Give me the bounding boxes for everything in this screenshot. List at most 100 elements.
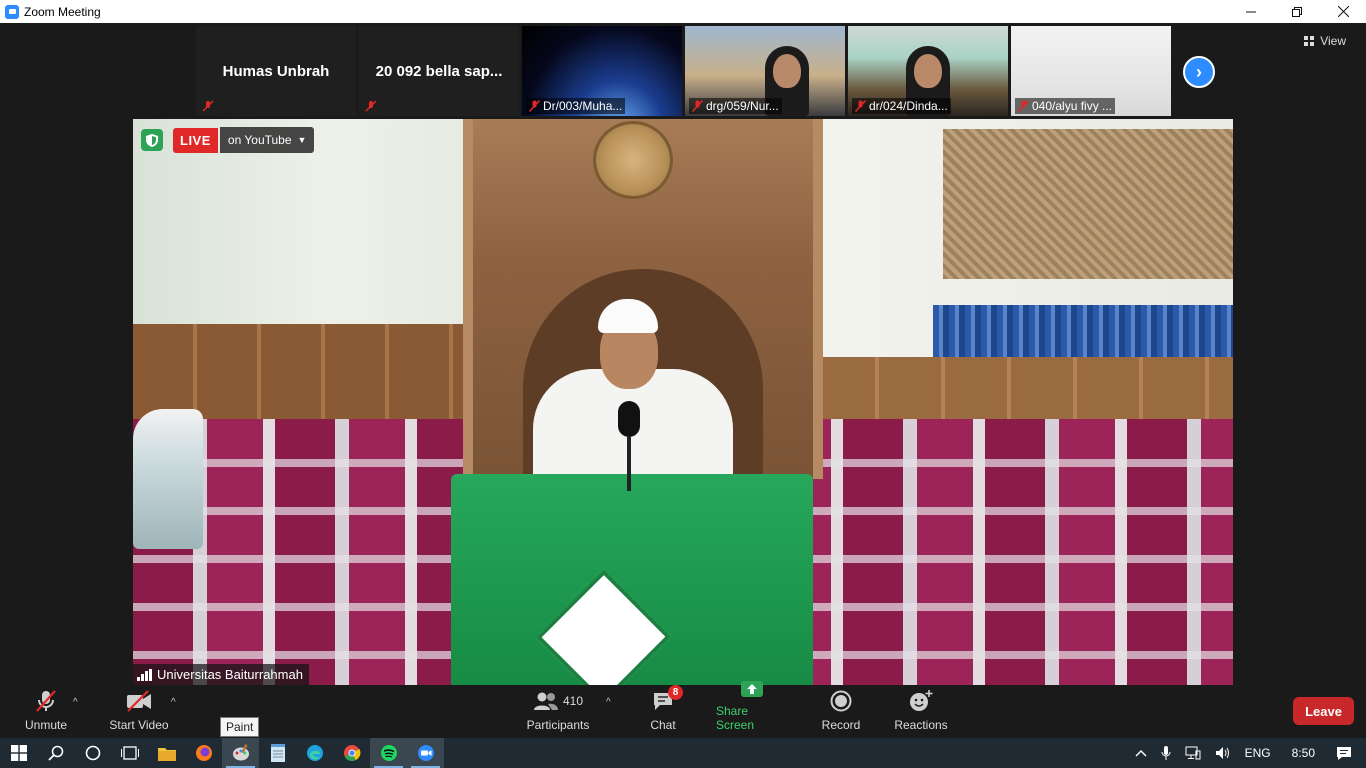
video-options-caret-icon[interactable]: ^: [171, 697, 176, 708]
microphone-tray-icon[interactable]: [1161, 746, 1171, 760]
participants-label: Participants: [526, 718, 590, 732]
spotify-button[interactable]: [370, 738, 407, 768]
chat-label: Chat: [650, 718, 676, 732]
speaker-name-label: Universitas Baiturrahmah: [133, 664, 309, 685]
file-explorer-button[interactable]: [148, 738, 185, 768]
volume-icon[interactable]: [1215, 746, 1231, 760]
chat-icon-area: 8: [652, 685, 683, 714]
edge-button[interactable]: [296, 738, 333, 768]
mic-muted-icon: [365, 100, 377, 112]
participant-name: 20 092 bella sap...: [375, 62, 503, 80]
show-hidden-icons-chevron-icon[interactable]: [1135, 749, 1147, 757]
close-button[interactable]: [1320, 0, 1366, 23]
participant-tile[interactable]: Dr/003/Muha...: [522, 26, 682, 116]
zoom-icon: [417, 745, 434, 761]
live-target-label: on YouTube: [227, 133, 292, 147]
participant-tile[interactable]: drg/059/Nur...: [685, 26, 845, 116]
chat-unread-badge: 8: [668, 685, 683, 700]
reactions-smiley-icon: [909, 688, 933, 714]
restore-button[interactable]: [1274, 0, 1320, 23]
participant-caption: dr/024/Dinda...: [852, 98, 951, 114]
record-icon: [830, 688, 852, 714]
participants-options-caret-icon[interactable]: ^: [606, 697, 611, 708]
cortana-circle-icon: [85, 745, 100, 761]
mic-muted-icon: [855, 100, 866, 112]
network-icon[interactable]: [1185, 746, 1201, 760]
video-scene-microphone: [618, 401, 640, 491]
participant-name: dr/024/Dinda...: [869, 99, 948, 113]
view-button[interactable]: View: [1304, 34, 1346, 48]
video-scene-tiles: [933, 305, 1233, 361]
participant-name: 040/alyu fivy ...: [1032, 99, 1113, 113]
folder-icon: [157, 747, 176, 761]
edge-icon: [306, 745, 323, 761]
participant-caption: drg/059/Nur...: [689, 98, 782, 114]
record-button[interactable]: Record: [821, 686, 861, 738]
audio-options-caret-icon[interactable]: ^: [73, 697, 78, 708]
task-view-icon: [120, 746, 139, 760]
notepad-button[interactable]: [259, 738, 296, 768]
minimize-button[interactable]: [1228, 0, 1274, 23]
share-screen-icon: [740, 680, 764, 700]
clock[interactable]: 8:50: [1292, 746, 1315, 760]
notepad-icon: [270, 744, 285, 762]
signal-strength-icon: [137, 668, 152, 681]
chrome-icon: [343, 745, 360, 762]
search-button[interactable]: [37, 738, 74, 768]
start-video-button[interactable]: Start Video: [108, 686, 170, 738]
participant-name: Dr/003/Muha...: [543, 99, 623, 113]
record-label: Record: [821, 718, 861, 732]
active-speaker-video[interactable]: LIVE on YouTube ▼ Universitas Baiturrahm…: [133, 119, 1233, 685]
live-badge: LIVE: [173, 127, 218, 153]
unmute-label: Unmute: [24, 718, 68, 732]
participants-button[interactable]: 410 Participants: [527, 686, 589, 738]
participant-name: drg/059/Nur...: [706, 99, 779, 113]
leave-button[interactable]: Leave: [1293, 697, 1354, 725]
chevron-right-icon: ›: [1196, 61, 1202, 82]
action-center-notification-icon[interactable]: [1336, 746, 1352, 761]
reactions-button[interactable]: Reactions: [894, 686, 948, 738]
gallery-strip: Humas Unbrah 20 092 bella sap... Dr/003/…: [196, 26, 1171, 116]
live-stream-indicator: LIVE on YouTube ▼: [141, 127, 315, 153]
chat-button[interactable]: 8 Chat: [650, 685, 683, 738]
zoom-app-icon: [5, 4, 19, 19]
view-label: View: [1320, 34, 1346, 48]
participant-name: Humas Unbrah: [222, 62, 330, 80]
next-page-button[interactable]: ›: [1183, 56, 1215, 88]
taskbar-tooltip: Paint: [220, 717, 260, 737]
chrome-button[interactable]: [333, 738, 370, 768]
windows-logo-icon: [10, 745, 27, 761]
mic-muted-icon: [1018, 100, 1029, 112]
mic-muted-icon: [34, 688, 58, 714]
language-indicator[interactable]: ENG: [1245, 746, 1271, 760]
video-scene-emblem: [593, 121, 673, 199]
start-video-label: Start Video: [109, 718, 169, 732]
share-screen-label: Share Screen: [716, 704, 755, 732]
task-view-button[interactable]: [111, 738, 148, 768]
participant-caption: Dr/003/Muha...: [526, 98, 626, 114]
live-target-dropdown[interactable]: on YouTube ▼: [219, 127, 315, 153]
start-button[interactable]: [0, 738, 37, 768]
firefox-icon: [195, 745, 212, 761]
search-icon: [47, 745, 63, 761]
caret-down-icon: ▼: [297, 135, 307, 145]
window-titlebar: Zoom Meeting: [0, 0, 1366, 23]
participant-tile[interactable]: dr/024/Dinda...: [848, 26, 1008, 116]
zoom-taskbar-button[interactable]: [407, 738, 444, 768]
speaker-name: Universitas Baiturrahmah: [157, 667, 303, 682]
unmute-button[interactable]: Unmute: [24, 686, 68, 738]
mic-muted-icon: [692, 100, 703, 112]
participant-tile[interactable]: 040/alyu fivy ...: [1011, 26, 1171, 116]
participant-tile[interactable]: Humas Unbrah: [196, 26, 356, 116]
share-screen-button[interactable]: Share Screen: [716, 681, 788, 738]
window-title: Zoom Meeting: [24, 4, 101, 19]
participants-count: 410: [562, 694, 584, 708]
paint-button[interactable]: [222, 738, 259, 768]
cortana-button[interactable]: [74, 738, 111, 768]
security-shield-icon[interactable]: [141, 129, 163, 151]
video-scene-podium: [451, 474, 813, 685]
participants-icon: [533, 692, 558, 710]
participant-tile[interactable]: 20 092 bella sap...: [359, 26, 519, 116]
firefox-button[interactable]: [185, 738, 222, 768]
video-scene-carving: [943, 129, 1233, 279]
